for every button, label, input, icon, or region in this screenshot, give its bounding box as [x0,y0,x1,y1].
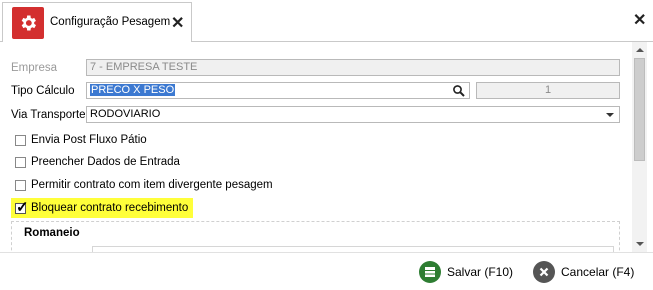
checkbox-box[interactable] [15,156,26,168]
checkbox-envia-post-fluxo-patio[interactable]: Envia Post Fluxo Pátio [15,131,147,149]
tab-close-icon[interactable]: ✕ [171,13,184,33]
checkbox-bloquear-contrato-recebimento[interactable]: ✓ Bloquear contrato recebimento [11,198,194,218]
via-transporte-label: Via Transporte [11,109,86,121]
via-transporte-select[interactable]: RODOVIARIO [86,106,620,123]
tipo-calculo-value: PRECO X PESO [90,84,176,96]
scroll-up-icon[interactable] [636,48,644,52]
save-button-label: Salvar (F10) [447,265,514,279]
cancel-icon [533,261,555,283]
checkbox-label: Preencher Dados de Entrada [31,156,180,168]
checkbox-label: Permitir contrato com item divergente pe… [31,179,273,191]
checkmark-icon: ✓ [16,198,29,216]
form-panel: Empresa 7 - EMPRESA TESTE Tipo Cálculo P… [0,42,630,252]
empresa-value: 7 - EMPRESA TESTE [90,61,198,73]
tab-configuracao-pesagem[interactable]: Configuração Pesagem ✕ [2,2,192,42]
checkbox-box[interactable]: ✓ [15,199,29,216]
tipo-calculo-label: Tipo Cálculo [11,85,75,97]
scroll-thumb[interactable] [634,58,645,161]
checkbox-permitir-contrato-divergente[interactable]: Permitir contrato com item divergente pe… [15,176,273,194]
romaneio-group: Romaneio [11,221,620,252]
checkbox-label: Envia Post Fluxo Pátio [31,134,147,146]
scroll-down-icon[interactable] [636,242,644,246]
cancel-button[interactable]: Cancelar (F4) [533,260,634,284]
save-button[interactable]: Salvar (F10) [419,260,513,284]
tipo-calculo-number-value: 1 [544,84,552,96]
window-close-icon[interactable]: ✕ [633,10,646,30]
tab-title: Configuração Pesagem [50,16,171,28]
chevron-down-icon[interactable] [606,113,614,117]
search-icon[interactable] [452,84,466,98]
checkbox-preencher-dados-entrada[interactable]: Preencher Dados de Entrada [15,153,180,171]
empresa-field: 7 - EMPRESA TESTE [86,59,620,76]
gear-icon [12,7,44,39]
checkbox-label: Bloquear contrato recebimento [31,202,189,214]
checkbox-box[interactable] [15,179,26,191]
tab-bar: Configuração Pesagem ✕ ✕ [0,0,653,42]
save-icon [419,261,441,283]
checkbox-box[interactable] [15,134,26,146]
romaneio-title: Romaneio [24,227,80,239]
cancel-button-label: Cancelar (F4) [561,265,635,279]
empresa-label: Empresa [11,62,58,74]
tipo-calculo-input[interactable]: PRECO X PESO [86,82,470,99]
tipo-calculo-number: 1 [476,82,620,99]
vertical-scrollbar[interactable] [632,42,647,252]
footer-bar: Salvar (F10) Cancelar (F4) [0,252,653,290]
via-transporte-value: RODOVIARIO [90,108,161,120]
